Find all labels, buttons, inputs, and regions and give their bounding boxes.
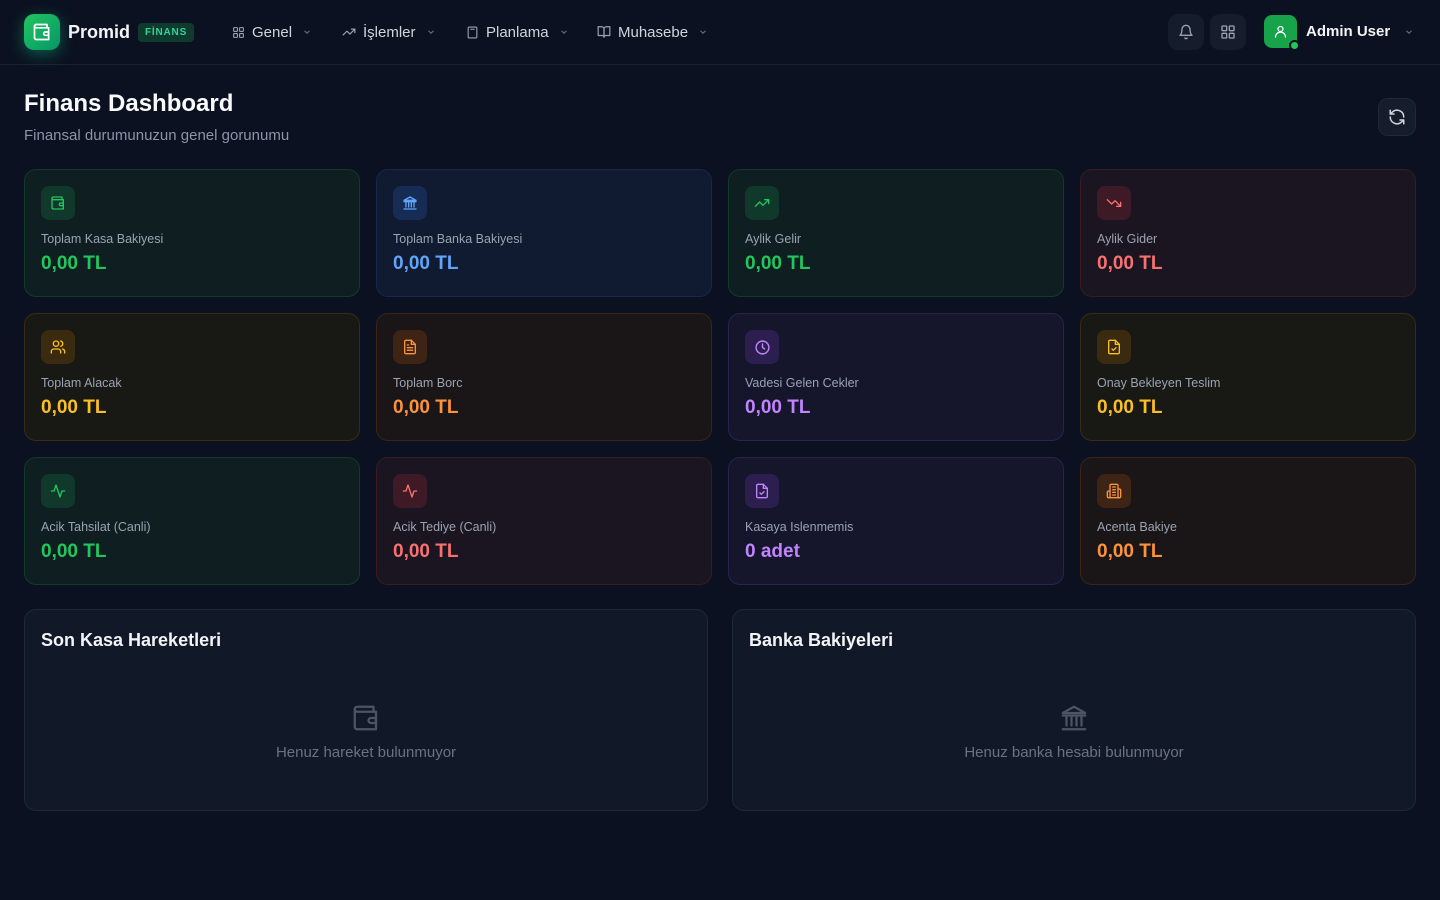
apps-button[interactable] — [1210, 14, 1246, 50]
brand-name: Promid — [68, 21, 131, 42]
stat-label: Acik Tahsilat (Canli) — [41, 520, 151, 534]
calculator-icon — [466, 26, 479, 39]
nav-genel[interactable]: Genel — [232, 20, 312, 44]
stat-value: 0,00 TL — [1097, 253, 1163, 274]
stat-label: Toplam Banka Bakiyesi — [393, 232, 523, 246]
activity-icon — [41, 474, 75, 508]
user-icon — [1273, 24, 1288, 39]
stat-card-tediye[interactable]: Acik Tediye (Canli) 0,00 TL — [376, 457, 712, 585]
file-text-icon — [393, 330, 427, 364]
bank-icon — [1059, 703, 1089, 733]
avatar — [1264, 15, 1300, 51]
panel-title: Son Kasa Hareketleri — [41, 630, 222, 650]
stat-card-cekler[interactable]: Vadesi Gelen Cekler 0,00 TL — [728, 313, 1064, 441]
bank-icon — [393, 186, 427, 220]
stat-card-onay[interactable]: Onay Bekleyen Teslim 0,00 TL — [1080, 313, 1416, 441]
file-check-icon — [745, 474, 779, 508]
refresh-button[interactable] — [1378, 98, 1416, 136]
stat-label: Onay Bekleyen Teslim — [1097, 376, 1221, 390]
stat-label: Aylik Gider — [1097, 232, 1158, 246]
chevron-down-icon — [1404, 27, 1414, 37]
stat-label: Toplam Kasa Bakiyesi — [41, 232, 164, 246]
chevron-down-icon — [698, 27, 708, 37]
stat-label: Kasaya Islenmemis — [745, 520, 854, 534]
trending-up-icon — [745, 186, 779, 220]
nav-label: Genel — [252, 23, 293, 41]
grid-icon — [1220, 24, 1236, 40]
stat-value: 0,00 TL — [745, 397, 811, 418]
user-menu[interactable]: Admin User — [1264, 15, 1414, 51]
user-name: Admin User — [1306, 23, 1391, 40]
trending-up-icon — [342, 25, 356, 39]
stat-label: Toplam Alacak — [41, 376, 122, 390]
stat-value: 0,00 TL — [393, 253, 459, 274]
stat-card-gider[interactable]: Aylik Gider 0,00 TL — [1080, 169, 1416, 297]
stat-value: 0,00 TL — [41, 253, 107, 274]
brand-badge: FİNANS — [138, 22, 195, 42]
wallet-icon — [351, 703, 381, 733]
chevron-down-icon — [559, 27, 569, 37]
stat-card-kasa[interactable]: Toplam Kasa Bakiyesi 0,00 TL — [24, 169, 360, 297]
stat-label: Toplam Borc — [393, 376, 463, 390]
cash-transactions-panel: Son Kasa Hareketleri Henuz hareket bulun… — [24, 609, 708, 811]
stat-value: 0,00 TL — [393, 541, 459, 562]
stat-card-alacak[interactable]: Toplam Alacak 0,00 TL — [24, 313, 360, 441]
stat-card-tahsilat[interactable]: Acik Tahsilat (Canli) 0,00 TL — [24, 457, 360, 585]
wallet-icon — [41, 186, 75, 220]
bell-icon — [1178, 24, 1194, 40]
stat-label: Acenta Bakiye — [1097, 520, 1177, 534]
refresh-icon — [1388, 108, 1406, 126]
nav-islemler[interactable]: İşlemler — [342, 20, 436, 44]
stat-value: 0,00 TL — [1097, 541, 1163, 562]
stat-value: 0,00 TL — [393, 397, 459, 418]
users-icon — [41, 330, 75, 364]
stat-label: Vadesi Gelen Cekler — [745, 376, 859, 390]
stat-card-islenmemis[interactable]: Kasaya Islenmemis 0 adet — [728, 457, 1064, 585]
nav-label: Planlama — [486, 23, 549, 41]
chevron-down-icon — [302, 27, 312, 37]
nav-planlama[interactable]: Planlama — [466, 20, 569, 44]
brand[interactable]: Promid FİNANS — [24, 14, 195, 50]
stat-label: Aylik Gelir — [745, 232, 802, 246]
nav-muhasebe[interactable]: Muhasebe — [597, 20, 708, 44]
page-subtitle: Finansal durumunuzun genel gorunumu — [24, 127, 290, 144]
top-navbar: Promid FİNANS Genel İşlemler Planlama Mu… — [0, 0, 1440, 65]
grid-icon — [232, 26, 245, 39]
stat-value: 0,00 TL — [1097, 397, 1163, 418]
book-open-icon — [597, 25, 611, 39]
notifications-button[interactable] — [1168, 14, 1204, 50]
online-status-dot — [1289, 40, 1300, 51]
stat-card-acenta[interactable]: Acenta Bakiye 0,00 TL — [1080, 457, 1416, 585]
stat-value: 0 adet — [745, 541, 800, 562]
file-check-icon — [1097, 330, 1131, 364]
nav-label: İşlemler — [363, 23, 416, 41]
activity-icon — [393, 474, 427, 508]
nav-label: Muhasebe — [618, 23, 689, 41]
stat-card-banka[interactable]: Toplam Banka Bakiyesi 0,00 TL — [376, 169, 712, 297]
stat-card-borc[interactable]: Toplam Borc 0,00 TL — [376, 313, 712, 441]
clock-icon — [745, 330, 779, 364]
wallet-icon — [24, 14, 60, 50]
bank-balances-panel: Banka Bakiyeleri Henuz banka hesabi bulu… — [732, 609, 1416, 811]
stat-value: 0,00 TL — [745, 253, 811, 274]
chevron-down-icon — [426, 27, 436, 37]
stat-value: 0,00 TL — [41, 541, 107, 562]
empty-state-text: Henuz banka hesabi bulunmuyor — [964, 744, 1184, 761]
trending-down-icon — [1097, 186, 1131, 220]
empty-state-text: Henuz hareket bulunmuyor — [275, 744, 457, 761]
stat-value: 0,00 TL — [41, 397, 107, 418]
page-title: Finans Dashboard — [24, 90, 234, 117]
panel-title: Banka Bakiyeleri — [749, 630, 894, 650]
stat-card-gelir[interactable]: Aylik Gelir 0,00 TL — [728, 169, 1064, 297]
stat-label: Acik Tediye (Canli) — [393, 520, 497, 534]
building-icon — [1097, 474, 1131, 508]
